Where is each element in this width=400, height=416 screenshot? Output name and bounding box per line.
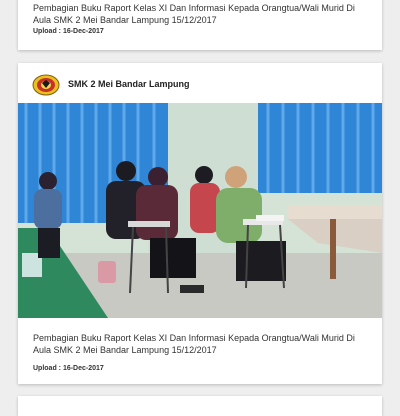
post-card[interactable] (18, 396, 382, 416)
post-photo[interactable] (18, 103, 382, 318)
post-card[interactable]: SMK 2 Mei Bandar Lampung Pembagian Buku … (18, 63, 382, 384)
post-card[interactable]: Pembagian Buku Raport Kelas XI Dan Infor… (18, 0, 382, 50)
school-logo-icon (32, 74, 60, 96)
post-caption: Pembagian Buku Raport Kelas XI Dan Infor… (33, 333, 355, 355)
post-caption: Pembagian Buku Raport Kelas XI Dan Infor… (33, 3, 355, 25)
post-header: SMK 2 Mei Bandar Lampung (18, 63, 382, 101)
upload-date: Upload : 16-Dec-2017 (33, 28, 104, 35)
post-author: SMK 2 Mei Bandar Lampung (68, 79, 190, 89)
upload-date: Upload : 16-Dec-2017 (33, 365, 104, 372)
